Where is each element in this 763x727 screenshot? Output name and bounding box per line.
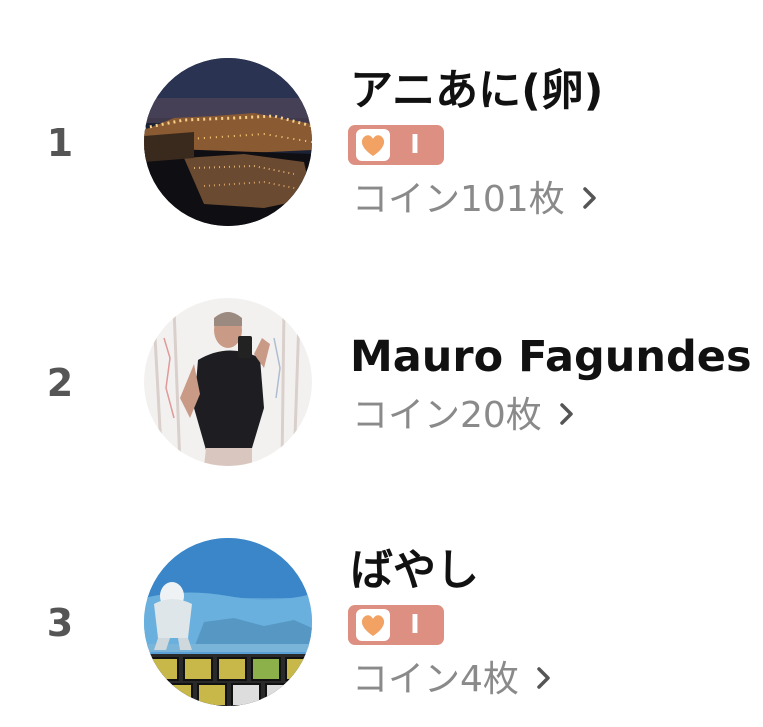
heart-icon xyxy=(356,609,390,641)
badge-level: I xyxy=(410,130,420,160)
rank-number: 2 xyxy=(46,361,74,405)
coin-count[interactable]: コイン4枚 xyxy=(352,657,555,703)
supporter-ranking-list: 1 アニあに(卵) I コイン101枚 2 Mauro Fagundes コイン… xyxy=(0,0,763,727)
user-name: ばやし xyxy=(350,546,479,596)
coin-count[interactable]: コイン20枚 xyxy=(352,393,578,439)
supporter-badge: I xyxy=(348,605,444,645)
chevron-right-icon xyxy=(560,403,573,425)
coin-count-text: コイン4枚 xyxy=(352,659,519,700)
user-name: アニあに(卵) xyxy=(350,66,604,116)
avatar[interactable] xyxy=(144,298,312,466)
heart-icon xyxy=(356,129,390,161)
ranking-row-1[interactable]: 1 アニあに(卵) I コイン101枚 xyxy=(0,45,763,245)
avatar[interactable] xyxy=(144,58,312,226)
chevron-right-icon xyxy=(537,667,550,689)
rank-number: 3 xyxy=(46,601,74,645)
supporter-badge: I xyxy=(348,125,444,165)
rank-number: 1 xyxy=(46,121,74,165)
user-name: Mauro Fagundes xyxy=(350,332,752,382)
chevron-right-icon xyxy=(582,187,596,209)
coin-count[interactable]: コイン101枚 xyxy=(352,177,601,223)
ranking-row-2[interactable]: 2 Mauro Fagundes コイン20枚 xyxy=(0,285,763,485)
coin-count-text: コイン20枚 xyxy=(352,395,542,436)
avatar[interactable] xyxy=(144,538,312,706)
coin-count-text: コイン101枚 xyxy=(352,179,565,220)
ranking-row-3[interactable]: 3 ばやし I コイン4枚 xyxy=(0,525,763,725)
badge-level: I xyxy=(410,610,420,640)
